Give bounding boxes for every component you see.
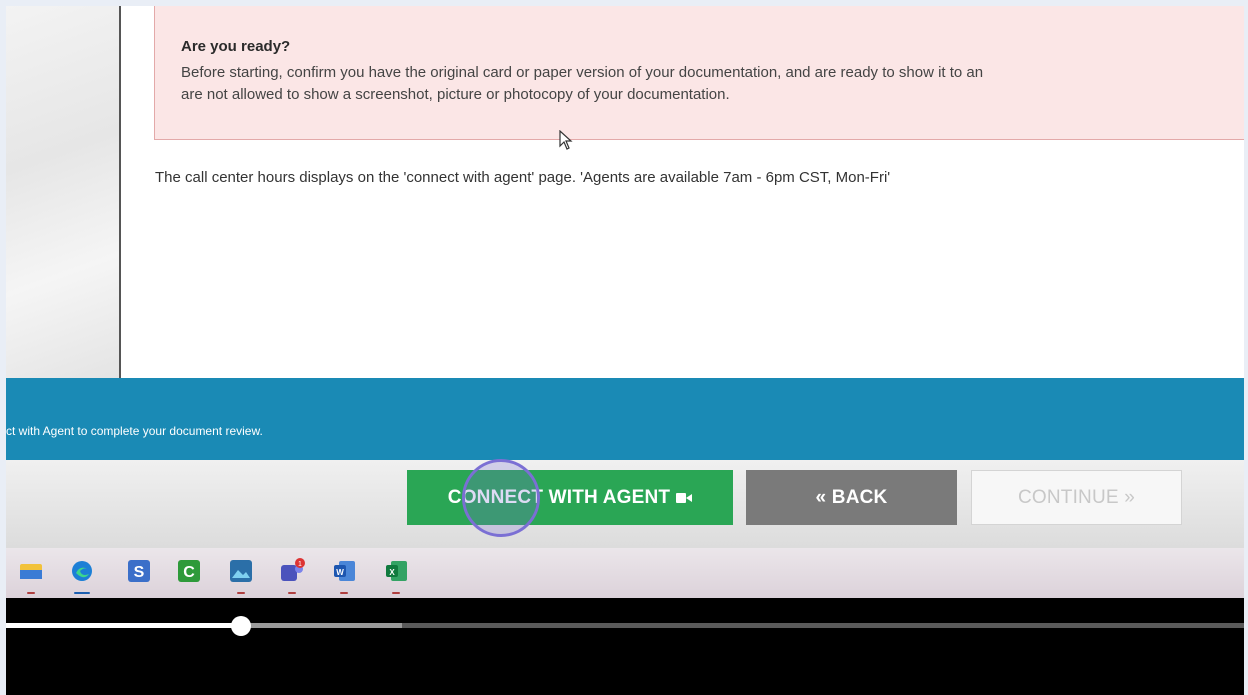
video-player-controls xyxy=(6,598,1244,695)
teams-badge-count: 1 xyxy=(298,561,302,568)
ready-notice: Are you ready? Before starting, confirm … xyxy=(154,6,1244,140)
mouse-cursor-icon xyxy=(559,130,573,150)
svg-text:W: W xyxy=(336,568,344,577)
screen-frame: Are you ready? Before starting, confirm … xyxy=(6,6,1244,695)
video-played-bar xyxy=(6,623,242,628)
taskbar-running-indicator xyxy=(237,592,245,594)
excel-icon[interactable]: X xyxy=(384,558,410,584)
video-scrubber-handle[interactable] xyxy=(231,616,252,636)
button-bar: CONNECT WITH AGENT « BACK CONTINUE » xyxy=(6,460,1244,548)
photos-icon[interactable] xyxy=(228,558,254,584)
edge-icon[interactable] xyxy=(69,558,95,584)
click-highlight-ring xyxy=(462,459,540,537)
svg-text:C: C xyxy=(183,564,195,581)
video-camera-icon xyxy=(676,492,693,503)
back-button[interactable]: « BACK xyxy=(746,470,957,525)
notice-body: Before starting, confirm you have the or… xyxy=(181,64,984,103)
taskbar-running-indicator xyxy=(392,592,400,594)
taskbar-running-indicator xyxy=(288,592,296,594)
connect-with-agent-button[interactable]: CONNECT WITH AGENT xyxy=(407,470,733,525)
c-app-icon[interactable]: C xyxy=(176,558,202,584)
s-app-icon[interactable]: S xyxy=(126,558,152,584)
svg-text:S: S xyxy=(134,564,145,581)
file-explorer-icon[interactable] xyxy=(18,558,44,584)
taskbar-running-indicator xyxy=(27,592,35,594)
teams-icon[interactable]: 1 xyxy=(279,558,305,584)
notice-title: Are you ready? xyxy=(181,38,291,55)
call-center-hours-text: The call center hours displays on the 'c… xyxy=(155,169,891,186)
continue-button[interactable]: CONTINUE » xyxy=(971,470,1182,525)
banner-text: ct with Agent to complete your document … xyxy=(6,424,263,438)
main-content: Are you ready? Before starting, confirm … xyxy=(121,6,1244,378)
windows-taskbar: S C 1 W X xyxy=(6,548,1244,598)
word-icon[interactable]: W xyxy=(332,558,358,584)
taskbar-running-indicator xyxy=(340,592,348,594)
video-progress-track[interactable] xyxy=(6,616,1244,636)
svg-text:X: X xyxy=(389,568,395,577)
instruction-banner: ct with Agent to complete your document … xyxy=(6,378,1244,460)
left-margin-panel xyxy=(6,6,121,378)
taskbar-active-indicator xyxy=(74,592,90,594)
